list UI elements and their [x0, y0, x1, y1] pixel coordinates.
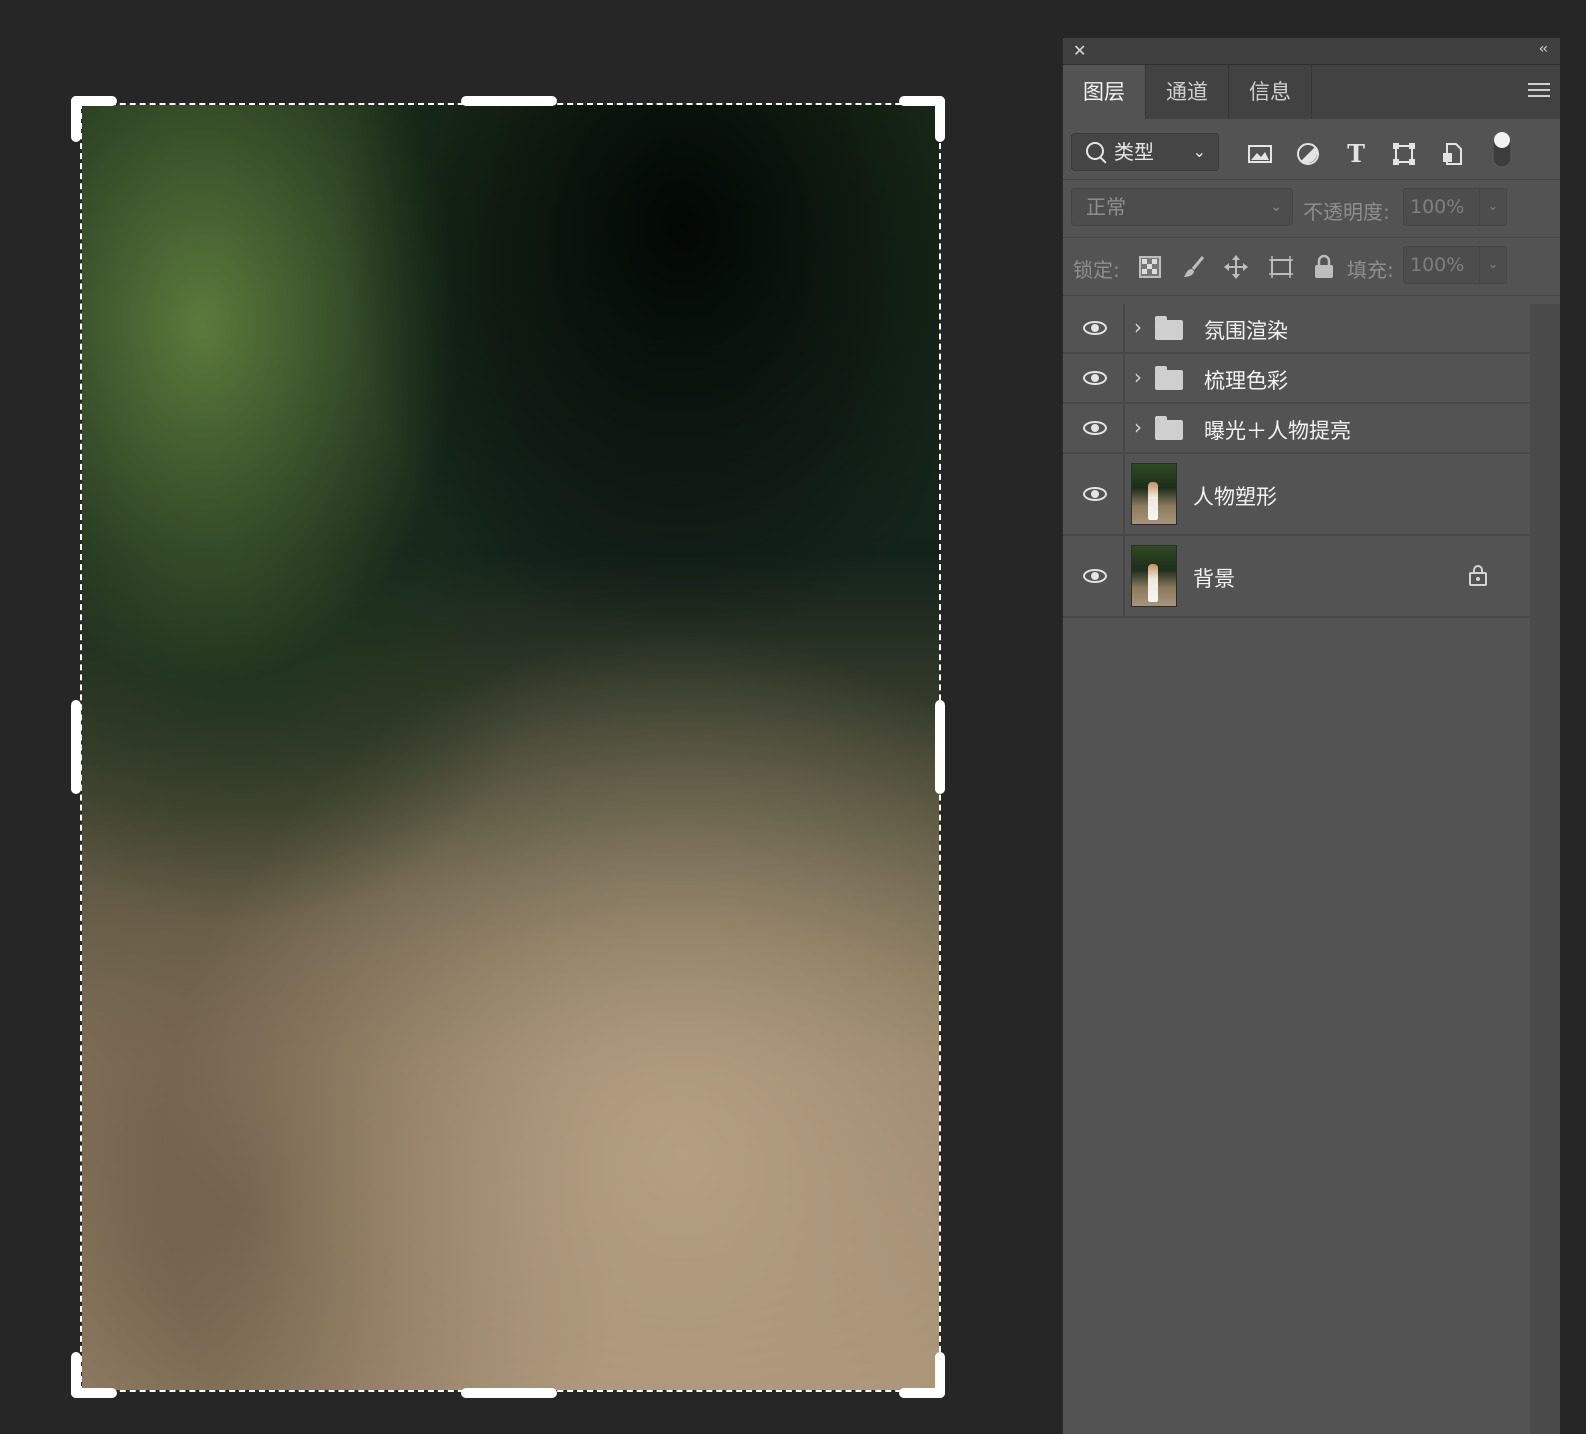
- fill-label: 填充:: [1347, 258, 1394, 282]
- transform-handle-middle-right[interactable]: [935, 700, 945, 794]
- chevron-right-icon[interactable]: ›: [1134, 365, 1142, 389]
- folder-icon: [1155, 316, 1183, 340]
- eye-icon[interactable]: [1083, 487, 1107, 501]
- blend-mode-dropdown[interactable]: 正常 ⌄: [1071, 188, 1293, 226]
- eye-icon[interactable]: [1083, 569, 1107, 583]
- opacity-label: 不透明度:: [1303, 200, 1390, 224]
- panel-titlebar: ✕ ‹‹: [1063, 38, 1560, 65]
- layer-thumbnail: [1131, 463, 1177, 525]
- layer-name: 人物塑形: [1193, 485, 1277, 509]
- transform-handle-middle-left[interactable]: [71, 700, 81, 794]
- filter-kind-dropdown[interactable]: 类型 ⌄: [1071, 133, 1219, 171]
- close-icon[interactable]: ✕: [1073, 41, 1086, 60]
- lock-all-icon[interactable]: [1313, 254, 1335, 280]
- layer-row-figure-shaping[interactable]: 人物塑形: [1063, 454, 1529, 536]
- tab-channels[interactable]: 通道: [1146, 65, 1229, 119]
- adjustment-filter-icon[interactable]: [1295, 141, 1321, 167]
- folder-icon: [1155, 416, 1183, 440]
- opacity-value: 100%: [1410, 196, 1465, 218]
- filter-toggle-icon[interactable]: [1491, 129, 1513, 169]
- visibility-column: [1063, 354, 1125, 402]
- layer-name: 梳理色彩: [1204, 369, 1288, 393]
- blend-mode-value: 正常: [1086, 195, 1126, 219]
- panel-scrollbar-track[interactable]: [1530, 304, 1560, 1434]
- lock-artboard-icon[interactable]: [1267, 254, 1295, 280]
- fill-value: 100%: [1410, 254, 1465, 276]
- eye-icon[interactable]: [1083, 321, 1107, 335]
- layer-list: › 氛围渲染 › 梳理色彩 › 曝光＋人物提亮 人物塑形 背景: [1063, 304, 1529, 618]
- shape-filter-icon[interactable]: [1391, 141, 1417, 167]
- layer-name: 氛围渲染: [1204, 319, 1288, 343]
- eye-icon[interactable]: [1083, 421, 1107, 435]
- tab-info[interactable]: 信息: [1229, 65, 1312, 119]
- filter-kind-label: 类型: [1114, 140, 1154, 164]
- layer-thumbnail: [1131, 545, 1177, 607]
- double-chevron-left-icon[interactable]: ‹‹: [1539, 41, 1548, 57]
- smart-object-filter-icon[interactable]: [1439, 141, 1465, 167]
- transform-handle-bottom-center[interactable]: [461, 1388, 557, 1398]
- type-filter-icon[interactable]: T: [1343, 141, 1369, 167]
- chevron-down-icon: ⌄: [1192, 142, 1206, 161]
- lock-image-pixels-icon[interactable]: [1181, 254, 1207, 280]
- layer-row-color-grading[interactable]: › 梳理色彩: [1063, 354, 1529, 404]
- visibility-column: [1063, 454, 1125, 534]
- hamburger-menu-icon[interactable]: [1528, 83, 1550, 101]
- search-icon: [1086, 142, 1104, 160]
- transform-handle-bottom-left-v[interactable]: [71, 1352, 81, 1398]
- panel-tabs: 图层 通道 信息: [1063, 65, 1560, 119]
- fill-field[interactable]: 100% ⌄: [1403, 246, 1507, 284]
- folder-icon: [1155, 366, 1183, 390]
- visibility-column: [1063, 304, 1125, 352]
- tab-layers[interactable]: 图层: [1063, 65, 1146, 119]
- chevron-down-icon: ⌄: [1270, 199, 1282, 215]
- transform-handle-top-left-v[interactable]: [71, 96, 81, 142]
- transform-handle-bottom-right-v[interactable]: [935, 1352, 945, 1398]
- padlock-icon[interactable]: [1469, 565, 1487, 586]
- eye-icon[interactable]: [1083, 371, 1107, 385]
- transform-handle-top-right-v[interactable]: [935, 96, 945, 142]
- layer-name: 背景: [1193, 567, 1235, 591]
- lock-row: 锁定: 填充: 100% ⌄: [1063, 238, 1560, 296]
- layer-name: 曝光＋人物提亮: [1204, 419, 1351, 443]
- blend-row: 正常 ⌄ 不透明度: 100% ⌄: [1063, 180, 1560, 238]
- opacity-field[interactable]: 100% ⌄: [1403, 188, 1507, 226]
- layer-filter-row: 类型 ⌄ T: [1063, 119, 1560, 180]
- lock-transparent-pixels-icon[interactable]: [1139, 256, 1161, 278]
- document-canvas[interactable]: [0, 0, 1062, 1434]
- layer-row-background[interactable]: 背景: [1063, 536, 1529, 618]
- layer-row-exposure[interactable]: › 曝光＋人物提亮: [1063, 404, 1529, 454]
- chevron-right-icon[interactable]: ›: [1134, 415, 1142, 439]
- transform-handle-top-center[interactable]: [461, 96, 557, 106]
- chevron-right-icon[interactable]: ›: [1134, 315, 1142, 339]
- selection-marquee: [80, 103, 941, 1392]
- lock-position-icon[interactable]: [1223, 254, 1249, 280]
- lock-label: 锁定:: [1073, 258, 1120, 282]
- image-filter-icon[interactable]: [1247, 141, 1273, 167]
- visibility-column: [1063, 404, 1125, 452]
- layers-panel: ✕ ‹‹ 图层 通道 信息 类型 ⌄ T 正常 ⌄ 不透明度: 100% ⌄ 锁…: [1062, 38, 1560, 1434]
- layer-row-atmosphere[interactable]: › 氛围渲染: [1063, 304, 1529, 354]
- chevron-down-icon[interactable]: ⌄: [1479, 247, 1506, 283]
- chevron-down-icon[interactable]: ⌄: [1479, 189, 1506, 225]
- visibility-column: [1063, 536, 1125, 616]
